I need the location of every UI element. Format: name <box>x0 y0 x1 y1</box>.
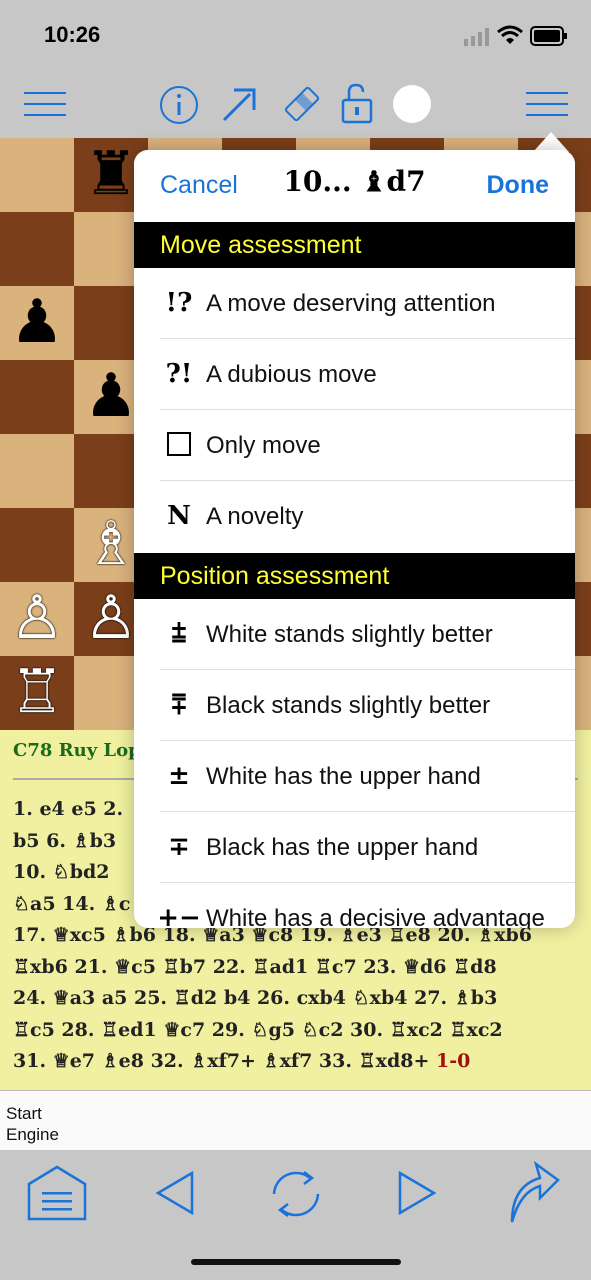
arrow-icon[interactable] <box>220 84 260 124</box>
annotation-label: Black has the upper hand <box>206 834 479 861</box>
list-item[interactable]: N A novelty <box>134 481 575 552</box>
annotation-symbol: ⩲ <box>171 619 187 649</box>
forward-icon[interactable] <box>396 1170 438 1216</box>
home-icon[interactable] <box>26 1164 88 1222</box>
wifi-icon <box>497 25 523 44</box>
annotation-label: White has a decisive advantage <box>206 905 545 928</box>
annotation-symbol: N <box>167 501 191 531</box>
annotation-label: A dubious move <box>206 361 377 388</box>
list-item[interactable]: ⩱ Black stands slightly better <box>134 670 575 741</box>
opening-name: C78 Ruy Lop <box>13 740 141 761</box>
unlock-icon[interactable] <box>340 82 374 126</box>
engine-panel[interactable]: Start Engine <box>0 1090 591 1152</box>
board-square[interactable] <box>0 508 74 582</box>
game-result: 1-0 <box>436 1050 471 1072</box>
share-icon[interactable] <box>506 1156 562 1226</box>
color-dot-icon[interactable] <box>393 85 431 123</box>
annotation-label: A move deserving attention <box>206 290 496 317</box>
chess-piece[interactable]: ♟ <box>0 286 74 360</box>
board-square[interactable] <box>0 360 74 434</box>
move-line[interactable]: ♖xb6 21. ♕c5 ♖b7 22. ♖ad1 ♖c7 23. ♕d6 ♖d… <box>13 952 583 984</box>
annotation-symbol: +− <box>157 903 201 928</box>
popover-header: Cancel 10... ♝d7 Done <box>134 150 575 222</box>
chess-piece[interactable]: ♖ <box>0 656 74 730</box>
done-button[interactable]: Done <box>487 171 550 200</box>
start-engine-button[interactable]: Start Engine <box>6 1103 96 1145</box>
annotation-popover: Cancel 10... ♝d7 Done Move assessment !?… <box>134 150 575 928</box>
info-icon[interactable] <box>158 84 200 126</box>
list-item[interactable]: ∓ Black has the upper hand <box>134 812 575 883</box>
chess-piece[interactable]: ♙ <box>0 582 74 656</box>
move-line-last[interactable]: 31. ♕e7 ♗e8 32. ♗xf7+ ♗xf7 33. ♖xd8+ 1-0 <box>13 1046 583 1078</box>
list-item[interactable]: ⩲ White stands slightly better <box>134 599 575 670</box>
board-square[interactable] <box>0 138 74 212</box>
annotation-label: Only move <box>206 432 321 459</box>
battery-icon <box>530 26 567 46</box>
list-item[interactable]: ?! A dubious move <box>134 339 575 410</box>
annotation-symbol: ± <box>168 761 190 791</box>
list-item[interactable]: Only move <box>134 410 575 481</box>
annotation-symbol: ⩱ <box>171 690 187 720</box>
board-square[interactable] <box>0 212 74 286</box>
menu-icon[interactable] <box>526 90 568 118</box>
section-header: Position assessment <box>134 553 575 599</box>
annotation-label: White has the upper hand <box>206 763 481 790</box>
list-item[interactable]: +− White has a decisive advantage <box>134 883 575 928</box>
popover-arrow <box>533 132 569 152</box>
move-line[interactable]: ♖c5 28. ♖ed1 ♕c7 29. ♘g5 ♘c2 30. ♖xc2 ♖x… <box>13 1015 583 1047</box>
board-square[interactable] <box>0 434 74 508</box>
move-line[interactable]: 24. ♕a3 a5 25. ♖d2 b4 26. cxb4 ♘xb4 27. … <box>13 983 583 1015</box>
annotation-symbol: ∓ <box>168 832 190 862</box>
list-item[interactable]: ± White has the upper hand <box>134 741 575 812</box>
annotation-symbol <box>156 410 202 481</box>
cellular-signal-icon <box>464 28 489 46</box>
move-line[interactable]: 31. ♕e7 ♗e8 32. ♗xf7+ ♗xf7 33. ♖xd8+ <box>13 1050 429 1072</box>
list-item[interactable]: !? A move deserving attention <box>134 268 575 339</box>
eraser-icon[interactable] <box>282 84 322 124</box>
flip-icon[interactable] <box>266 1166 326 1222</box>
section-header: Move assessment <box>134 222 575 268</box>
annotation-label: A novelty <box>206 503 304 530</box>
back-icon[interactable] <box>154 1170 196 1216</box>
annotation-symbol: ?! <box>165 359 193 389</box>
home-indicator <box>191 1259 401 1265</box>
top-toolbar <box>0 70 591 138</box>
only-move-icon <box>167 432 191 456</box>
menu-icon[interactable] <box>24 90 66 118</box>
status-time: 10:26 <box>44 22 101 47</box>
annotation-label: White stands slightly better <box>206 621 493 648</box>
annotation-label: Black stands slightly better <box>206 692 491 719</box>
annotation-symbol: !? <box>165 288 193 318</box>
